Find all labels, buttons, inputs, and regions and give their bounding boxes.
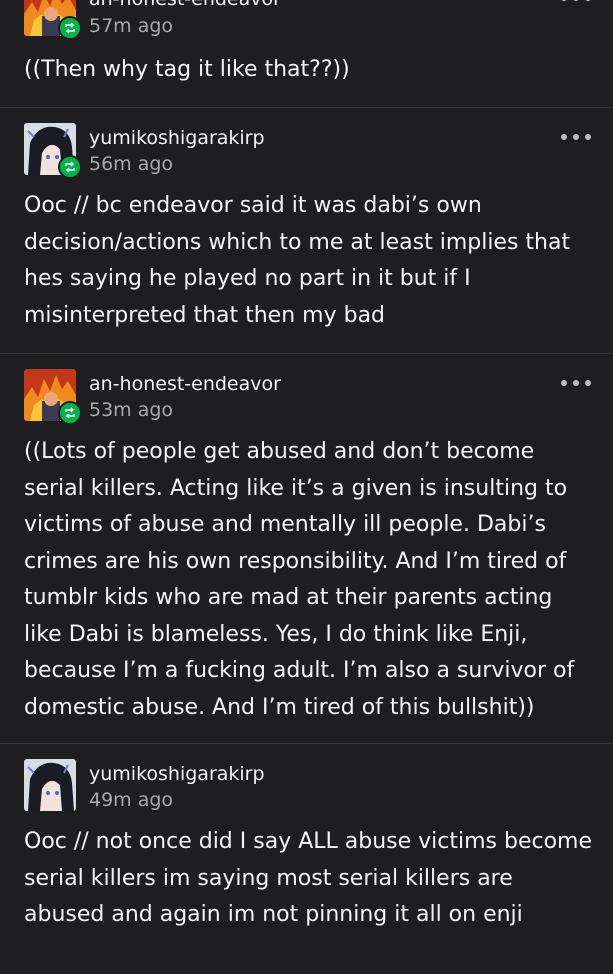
anime-girl-avatar-image: [24, 759, 76, 811]
timestamp: 49m ago: [89, 789, 174, 811]
avatar[interactable]: [24, 369, 82, 425]
post-body: ((Then why tag it like that??)): [24, 57, 350, 82]
timestamp: 57m ago: [89, 15, 174, 37]
reply-post: an-honest-endeavor 57m ago ((Then why ta…: [0, 0, 613, 108]
reply-post: an-honest-endeavor 53m ago ((Lots of peo…: [0, 354, 613, 744]
timestamp: 53m ago: [89, 399, 174, 421]
timestamp: 56m ago: [89, 153, 174, 175]
reblog-icon: [58, 401, 82, 425]
post-body: Ooc // bc endeavor said it was dabi’s ow…: [24, 193, 571, 328]
username[interactable]: yumikoshigarakirp: [89, 763, 265, 785]
more-options-icon[interactable]: [561, 132, 591, 142]
post-body: Ooc // not once did I say ALL abuse vict…: [24, 829, 593, 927]
avatar[interactable]: [24, 123, 82, 179]
username[interactable]: yumikoshigarakirp: [89, 127, 265, 149]
reblog-icon: [58, 155, 82, 179]
avatar[interactable]: [24, 0, 82, 40]
username[interactable]: an-honest-endeavor: [89, 373, 281, 395]
username[interactable]: an-honest-endeavor: [89, 0, 281, 10]
reblog-icon: [58, 16, 82, 40]
reply-post: yumikoshigarakirp 49m ago Ooc // not onc…: [0, 744, 613, 974]
reply-post: yumikoshigarakirp 56m ago Ooc // bc ende…: [0, 108, 613, 354]
more-options-icon[interactable]: [561, 0, 591, 3]
post-body: ((Lots of people get abused and don’t be…: [24, 439, 575, 720]
more-options-icon[interactable]: [561, 378, 591, 388]
avatar[interactable]: [24, 759, 76, 811]
